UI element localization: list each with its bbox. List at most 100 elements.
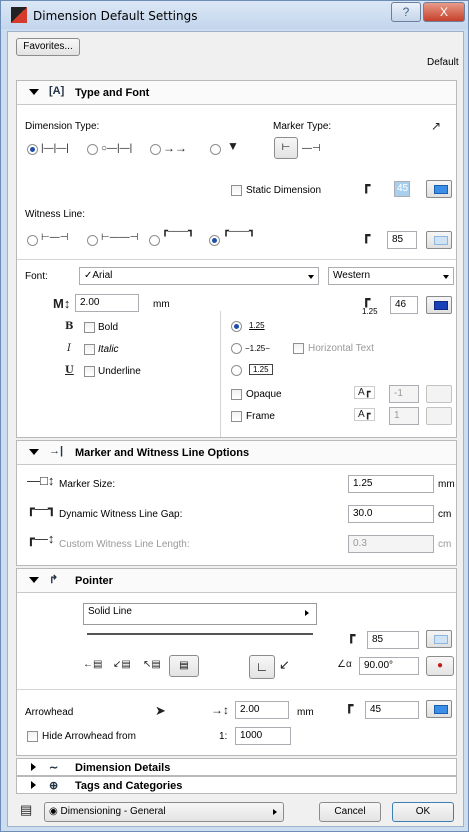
pointer-pen-icon: ┏ [347, 627, 356, 643]
separator [17, 689, 456, 690]
dimension-details-panel[interactable]: ∼ Dimension Details [16, 758, 457, 776]
witness-gap-unit: cm [438, 509, 452, 520]
witness-radio-3[interactable] [149, 235, 160, 246]
opaque-color-button[interactable] [426, 385, 452, 403]
pointer-style-icon-4[interactable]: ▤ [169, 655, 199, 677]
pointer-pen-input[interactable]: 85 [367, 631, 419, 649]
dimension-details-icon: ∼ [49, 762, 59, 774]
tags-categories-panel[interactable]: ⊕ Tags and Categories [16, 776, 457, 794]
pen-color-c-button[interactable] [426, 296, 452, 314]
pointer-color-button[interactable] [426, 630, 452, 648]
arrow-size-input[interactable]: 2.00 [235, 701, 289, 719]
pointer-style-icon-3[interactable]: ↖▤ [143, 659, 161, 670]
frame-label: Frame [246, 411, 275, 422]
arrow-pen-input[interactable]: 45 [365, 701, 419, 719]
opaque-label: Opaque [246, 389, 282, 400]
pen-number-b[interactable]: 85 [387, 231, 417, 249]
text-size-input[interactable]: 2.00 [75, 294, 139, 312]
lock-button[interactable]: ● [426, 656, 454, 676]
dialog-window: Dimension Default Settings ? X Favorites… [0, 0, 469, 832]
custom-length-label: Custom Witness Line Length: [59, 539, 190, 550]
panel-header[interactable]: ↱ Pointer [17, 569, 456, 593]
witness-line-icon-1: ⊢—⊣ [41, 232, 69, 243]
font-select[interactable]: ✓Arial [79, 267, 319, 285]
underline-checkbox[interactable] [84, 366, 95, 377]
marker-type-label: Marker Type: [273, 121, 332, 132]
marker-type-icon[interactable]: ↗ [431, 119, 441, 133]
pen-color-a-button[interactable] [426, 180, 452, 198]
dimension-type-radio-1[interactable] [27, 144, 38, 155]
arrow-color-button[interactable] [426, 700, 452, 718]
dimension-type-radio-4[interactable] [210, 144, 221, 155]
pointer-curve-icon[interactable]: ↙ [279, 657, 290, 673]
custom-length-input[interactable]: 0.3 [348, 535, 434, 553]
opaque-checkbox[interactable] [231, 389, 242, 400]
line-type-select[interactable]: Solid Line [83, 603, 317, 625]
hide-arrowhead-checkbox[interactable] [27, 731, 38, 742]
frame-pen-input[interactable]: 1 [389, 407, 419, 425]
marker-preview-icon: —⊣ [302, 143, 321, 154]
marker-type-button[interactable]: ⊢ [274, 137, 298, 159]
panel-header[interactable]: [A] Type and Font [17, 81, 456, 105]
default-label: Default [427, 57, 459, 68]
static-dimension-checkbox[interactable] [231, 185, 242, 196]
witness-gap-input[interactable]: 30.0 [348, 505, 434, 523]
witness-radio-1[interactable] [27, 235, 38, 246]
collapse-triangle-icon[interactable] [29, 577, 39, 583]
pointer-style-icon-2[interactable]: ↙▤ [113, 659, 131, 670]
separator [17, 259, 456, 260]
help-button[interactable]: ? [391, 2, 421, 22]
arrow-size-unit: mm [297, 707, 314, 718]
pen-number-a[interactable]: 45 [394, 181, 410, 197]
dimension-type-radio-2[interactable] [87, 144, 98, 155]
collapse-triangle-icon[interactable] [29, 449, 39, 455]
underline-icon: U [65, 365, 74, 376]
bold-checkbox[interactable] [84, 322, 95, 333]
witness-line-icon-3: ┏——┓ [162, 226, 195, 237]
witness-radio-4[interactable] [209, 235, 220, 246]
horizontal-text-checkbox[interactable] [293, 343, 304, 354]
panel-title: Type and Font [75, 87, 150, 99]
expand-triangle-icon[interactable] [31, 763, 36, 771]
hide-arrowhead-label: Hide Arrowhead from [42, 731, 136, 742]
close-button[interactable]: X [423, 2, 465, 22]
pointer-panel: ↱ Pointer Solid Line ┏ 85 ←▤ ↙▤ ↖▤ ▤ ∟ ↙… [16, 568, 457, 756]
frame-checkbox[interactable] [231, 411, 242, 422]
pen-color-b-button[interactable] [426, 231, 452, 249]
script-select[interactable]: Western [328, 267, 454, 285]
favorites-button[interactable]: Favorites... [16, 38, 80, 56]
text-size-unit: mm [153, 299, 170, 310]
underline-label: Underline [98, 366, 141, 377]
witness-radio-2[interactable] [87, 235, 98, 246]
app-icon [11, 7, 27, 23]
witness-gap-icon: ┏—┓ [27, 501, 56, 516]
dimension-type-radio-3[interactable] [150, 144, 161, 155]
panel-title: Pointer [75, 575, 113, 587]
italic-checkbox[interactable] [84, 344, 95, 355]
ok-button[interactable]: OK [392, 802, 454, 822]
pointer-angle-button[interactable]: ∟ [249, 655, 275, 679]
dimension-arrow-icon: →→ [163, 141, 187, 155]
angle-input[interactable]: 90.00° [359, 657, 419, 675]
pointer-style-icon-1[interactable]: ←▤ [83, 659, 102, 670]
frame-color-button[interactable] [426, 407, 452, 425]
cancel-button[interactable]: Cancel [319, 802, 381, 822]
opaque-pen-input[interactable]: -1 [389, 385, 419, 403]
layers-icon: ▤ [20, 802, 33, 817]
pen-number-c[interactable]: 46 [390, 296, 418, 314]
marker-options-icon: →| [49, 445, 64, 457]
text-position-radio-1[interactable] [231, 321, 242, 332]
marker-size-input[interactable]: 1.25 [348, 475, 434, 493]
collapse-triangle-icon[interactable] [29, 89, 39, 95]
pen-icon-c: ┏ [362, 291, 371, 307]
marker-witness-panel: →| Marker and Witness Line Options —□↕ M… [16, 440, 457, 566]
line-preview [87, 633, 313, 635]
panel-header[interactable]: →| Marker and Witness Line Options [17, 441, 456, 465]
arrowhead-type-icon[interactable]: ➤ [155, 703, 166, 719]
opaque-pen-icon: A┏ [354, 386, 375, 399]
text-position-radio-2[interactable] [231, 343, 242, 354]
layer-select[interactable]: ◉ Dimensioning - General [44, 802, 284, 822]
expand-triangle-icon[interactable] [31, 781, 36, 789]
text-position-radio-3[interactable] [231, 365, 242, 376]
scale-input[interactable]: 1000 [235, 727, 291, 745]
